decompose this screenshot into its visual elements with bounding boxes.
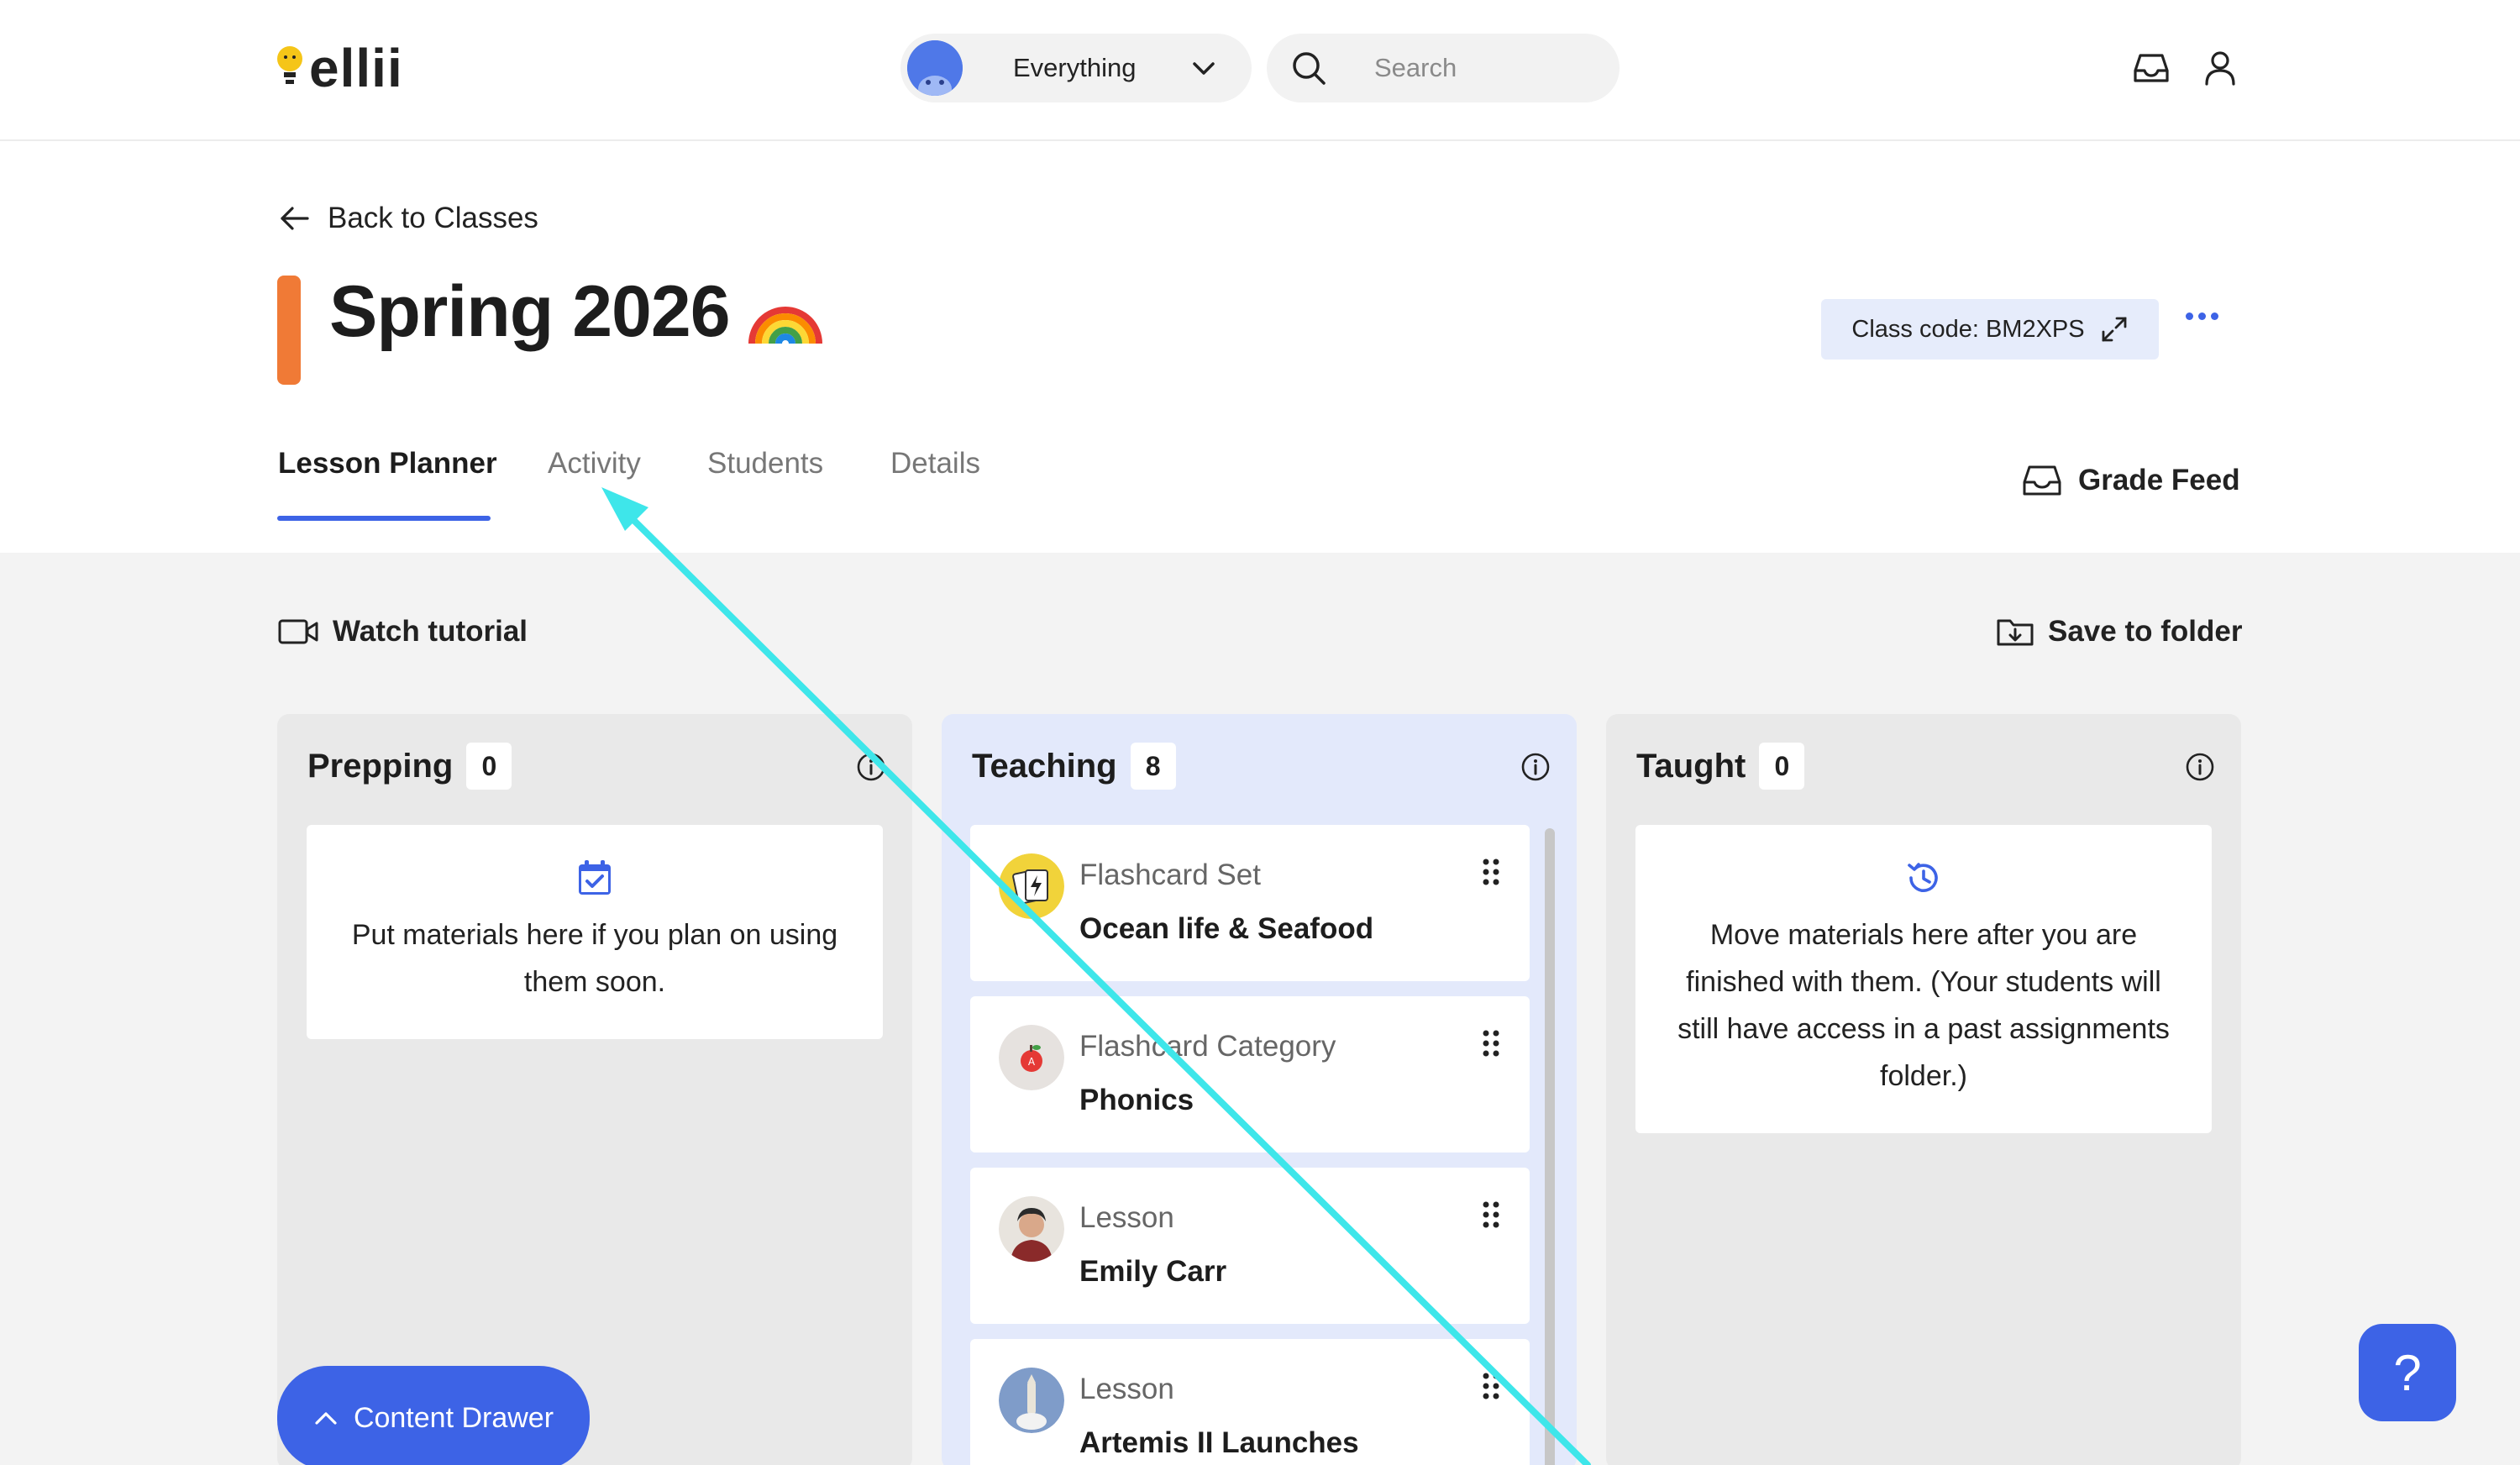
chevron-down-icon xyxy=(1193,62,1215,75)
save-to-folder-button[interactable]: Save to folder xyxy=(1996,615,2242,648)
ellii-logo[interactable]: ellii xyxy=(276,39,403,97)
material-card[interactable]: Lesson Emily Carr xyxy=(970,1168,1530,1324)
drag-handle-icon[interactable] xyxy=(1481,1028,1501,1058)
material-type: Lesson xyxy=(1079,1201,1174,1234)
class-title: Spring 2026 xyxy=(329,271,731,352)
drag-handle-icon[interactable] xyxy=(1481,857,1501,887)
top-bar: ellii Everything xyxy=(0,0,2520,141)
flashcards-icon xyxy=(999,853,1064,919)
lesson-thumbnail xyxy=(999,1368,1064,1433)
drag-handle-icon[interactable] xyxy=(1481,1200,1501,1230)
tab-students[interactable]: Students xyxy=(707,447,823,480)
column-title: Teaching xyxy=(972,747,1117,785)
empty-state-text: Move materials here after you are finish… xyxy=(1677,919,2170,1092)
tab-details[interactable]: Details xyxy=(890,447,980,480)
folder-download-icon xyxy=(1997,619,2034,646)
more-options-icon[interactable] xyxy=(2186,312,2218,320)
material-title: Phonics xyxy=(1079,1084,1194,1116)
search-box[interactable] xyxy=(1267,34,1620,102)
video-camera-icon xyxy=(278,619,318,644)
avatar-icon xyxy=(907,40,963,96)
user-icon[interactable] xyxy=(2199,47,2241,89)
apple-icon: A xyxy=(999,1025,1064,1090)
column-title: Prepping xyxy=(307,747,454,785)
material-type: Flashcard Set xyxy=(1079,859,1261,891)
info-icon[interactable] xyxy=(1520,751,1551,783)
info-icon[interactable] xyxy=(2184,751,2216,783)
grade-feed-button[interactable]: Grade Feed xyxy=(2021,464,2240,497)
back-to-classes-link[interactable]: Back to Classes xyxy=(279,202,538,235)
page-title: Spring 2026 xyxy=(329,270,824,354)
column-header: Teaching 8 xyxy=(972,743,1176,790)
watch-tutorial-label: Watch tutorial xyxy=(333,615,528,648)
material-type: Lesson xyxy=(1079,1373,1174,1405)
scope-label: Everything xyxy=(1013,53,1137,82)
chevron-up-icon xyxy=(315,1412,337,1425)
column-count: 0 xyxy=(1759,743,1805,790)
help-button[interactable]: ? xyxy=(2359,1324,2456,1421)
class-color-bar xyxy=(277,276,301,385)
avatar xyxy=(907,40,963,96)
material-title: Artemis II Launches xyxy=(1079,1426,1359,1459)
tab-activity[interactable]: Activity xyxy=(548,447,641,480)
empty-state-card: Put materials here if you plan on using … xyxy=(307,825,883,1039)
column-prepping[interactable]: Prepping 0 Put materials here if you pla… xyxy=(277,714,912,1465)
info-icon[interactable] xyxy=(855,751,887,783)
column-header: Prepping 0 xyxy=(307,743,512,790)
material-card[interactable]: A Flashcard Category Phonics xyxy=(970,996,1530,1153)
svg-text:A: A xyxy=(1028,1056,1036,1068)
class-code-button[interactable]: Class code: BM2XPS xyxy=(1821,299,2159,360)
material-title: Ocean life & Seafood xyxy=(1079,912,1374,945)
search-icon xyxy=(1293,52,1326,85)
tab-lesson-planner[interactable]: Lesson Planner xyxy=(278,447,497,480)
material-type: Flashcard Category xyxy=(1079,1030,1336,1063)
lightbulb-icon xyxy=(277,46,302,84)
flashcard-category-thumbnail: A xyxy=(999,1025,1064,1090)
column-count: 8 xyxy=(1130,743,1176,790)
column-title: Taught xyxy=(1636,747,1746,785)
empty-state-text: Put materials here if you plan on using … xyxy=(351,919,838,998)
material-card[interactable]: Flashcard Set Ocean life & Seafood xyxy=(970,825,1530,981)
flashcard-set-thumbnail xyxy=(999,853,1064,919)
grade-feed-label: Grade Feed xyxy=(2078,464,2240,496)
rainbow-icon xyxy=(748,306,822,344)
rocket-launch-image xyxy=(999,1368,1064,1433)
scope-dropdown[interactable]: Everything xyxy=(900,34,1252,102)
help-icon: ? xyxy=(2393,1344,2422,1401)
lesson-thumbnail xyxy=(999,1196,1064,1262)
expand-icon xyxy=(2102,317,2127,342)
inbox-icon[interactable] xyxy=(2130,47,2172,89)
class-code-label: Class code: BM2XPS xyxy=(1851,315,2085,343)
content-drawer-button[interactable]: Content Drawer xyxy=(277,1366,590,1465)
column-teaching[interactable]: Teaching 8 Flashcard Set Ocean life & Se… xyxy=(942,714,1577,1465)
save-to-folder-label: Save to folder xyxy=(2048,615,2243,648)
calendar-check-icon xyxy=(579,860,611,895)
drag-handle-icon[interactable] xyxy=(1481,1371,1501,1401)
material-card[interactable]: Lesson Artemis II Launches xyxy=(970,1339,1530,1465)
arrow-left-icon xyxy=(281,207,309,230)
history-icon xyxy=(1908,863,1938,892)
back-label: Back to Classes xyxy=(328,202,538,234)
brand-name: ellii xyxy=(309,38,403,98)
watch-tutorial-button[interactable]: Watch tutorial xyxy=(277,615,528,648)
active-tab-indicator xyxy=(277,516,491,521)
inbox-icon xyxy=(2023,465,2061,496)
search-input[interactable] xyxy=(1374,53,1584,83)
material-title: Emily Carr xyxy=(1079,1255,1227,1288)
content-drawer-label: Content Drawer xyxy=(353,1401,554,1434)
column-count: 0 xyxy=(466,743,512,790)
column-scrollbar[interactable] xyxy=(1545,828,1555,1465)
column-taught[interactable]: Taught 0 Move materials here after you a… xyxy=(1606,714,2241,1465)
column-header: Taught 0 xyxy=(1636,743,1805,790)
empty-state-card: Move materials here after you are finish… xyxy=(1635,825,2212,1133)
portrait-image xyxy=(999,1196,1064,1262)
